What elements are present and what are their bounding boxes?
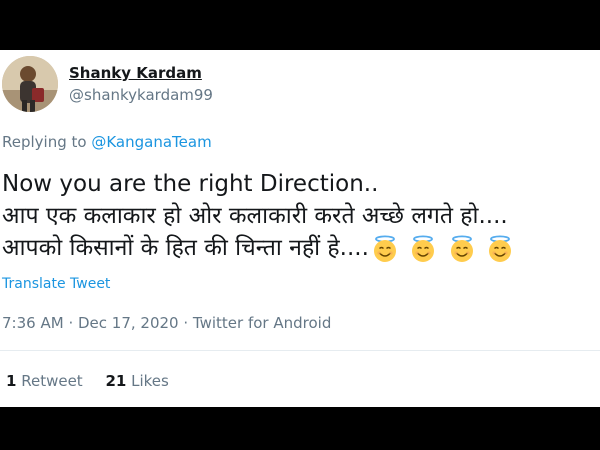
tweet-time[interactable]: 7:36 AM [2,314,64,332]
smiling-face-with-halo-icon [450,235,473,262]
tweet-card: Shanky Kardam @shankykardam99 Replying t… [0,50,600,407]
retweets-label: Retweet [21,372,83,390]
meta-separator: · [68,314,78,332]
emoji-group [371,233,517,265]
tweet-line: आप एक कलाकार हो ओर कलाकारी करते अच्छे लग… [2,203,508,229]
tweet-date[interactable]: Dec 17, 2020 [78,314,179,332]
tweet-stats: 1 Retweet 21 Likes [6,372,187,390]
replying-prefix: Replying to [2,133,87,151]
smiling-face-with-halo-icon [488,235,511,262]
tweet-line-text: आपको किसानों के हित की चिन्ता नहीं हे...… [2,235,369,261]
divider [0,350,600,351]
translate-tweet-link[interactable]: Translate Tweet [2,276,110,292]
tweet-source[interactable]: Twitter for Android [193,314,331,332]
author-name[interactable]: Shanky Kardam [69,64,202,82]
meta-separator: · [183,314,193,332]
retweets-stat[interactable]: 1 Retweet [6,372,83,390]
avatar[interactable] [2,56,58,112]
tweet-line: Now you are the right Direction.. [2,171,379,197]
replying-to: Replying to @KanganaTeam [2,133,212,151]
tweet-text: Now you are the right Direction.. आप एक … [2,168,517,264]
likes-label: Likes [131,372,169,390]
likes-count: 21 [105,372,127,390]
tweet-meta: 7:36 AM · Dec 17, 2020 · Twitter for And… [2,314,331,332]
smiling-face-with-halo-icon [373,235,396,262]
smiling-face-with-halo-icon [412,235,435,262]
tweet-line-last: आपको किसानों के हित की चिन्ता नहीं हे...… [2,232,517,264]
retweets-count: 1 [6,372,17,390]
author-handle[interactable]: @shankykardam99 [69,86,213,104]
likes-stat[interactable]: 21 Likes [105,372,168,390]
reply-mention-link[interactable]: @KanganaTeam [91,133,211,151]
